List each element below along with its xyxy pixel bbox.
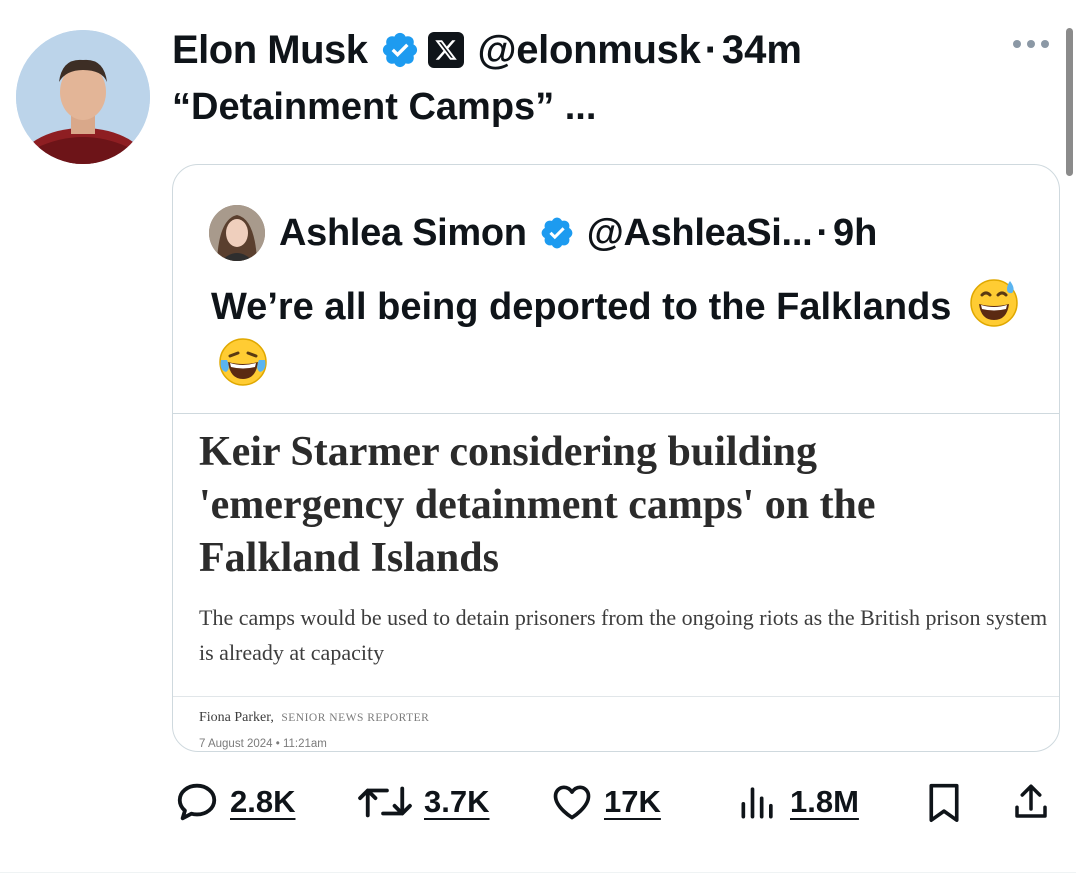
bookmark-icon: [929, 783, 959, 822]
heart-icon: [553, 785, 591, 820]
article-author: Fiona Parker,: [199, 710, 274, 725]
reply-button[interactable]: 2.8K: [174, 776, 295, 828]
views-count: 1.8M: [790, 784, 859, 819]
repost-icon: [358, 786, 412, 818]
article-headline: Keir Starmer considering building 'emerg…: [199, 429, 876, 581]
more-horizontal-icon[interactable]: [1013, 40, 1049, 48]
like-count: 17K: [604, 784, 661, 819]
article-standfirst: The camps would be used to detain prison…: [199, 605, 1048, 665]
quoted-post-text-block: We’re all being deported to the Falkland…: [211, 277, 1031, 395]
quoted-author-handle[interactable]: @AshleaSi...: [587, 212, 813, 255]
grinning-face-with-sweat-emoji: [970, 279, 1018, 327]
repost-count: 3.7K: [424, 784, 490, 819]
post-time[interactable]: 34m: [722, 28, 802, 73]
article-date: 7 August 2024 • 11:21am: [199, 738, 327, 750]
scrollbar[interactable]: [1066, 28, 1073, 176]
face-with-tears-of-joy-emoji: [219, 338, 267, 386]
verified-badge-icon[interactable]: [380, 30, 420, 70]
separator-dot: ·: [816, 211, 829, 254]
author-avatar[interactable]: [16, 30, 150, 164]
views-button[interactable]: 1.8M: [736, 776, 859, 828]
action-bar: 2.8K 3.7K 17K 1.8M: [0, 776, 1076, 828]
post-header: Elon Musk @elonmusk · 34m: [172, 26, 802, 74]
analytics-icon: [741, 787, 773, 819]
share-icon: [1015, 784, 1047, 818]
quoted-post-time[interactable]: 9h: [833, 212, 877, 255]
reply-icon: [177, 783, 217, 821]
quoted-post-header: Ashlea Simon @AshleaSi... · 9h: [279, 207, 877, 259]
like-button[interactable]: 17K: [550, 776, 661, 828]
author-name[interactable]: Elon Musk: [172, 28, 368, 73]
article-author-role: SENIOR NEWS REPORTER: [281, 712, 430, 724]
divider: [173, 696, 1059, 697]
divider: [0, 872, 1076, 873]
quoted-post-text: We’re all being deported to the Falkland…: [211, 286, 952, 328]
repost-button[interactable]: 3.7K: [356, 776, 489, 828]
article-byline: Fiona Parker, SENIOR NEWS REPORTER: [199, 710, 429, 726]
share-button[interactable]: [1010, 776, 1052, 828]
post-text: “Detainment Camps” ...: [172, 86, 597, 128]
author-handle[interactable]: @elonmusk: [478, 28, 701, 73]
quoted-post[interactable]: Ashlea Simon @AshleaSi... · 9h We’re all…: [172, 164, 1060, 752]
reply-count: 2.8K: [230, 784, 296, 819]
quoted-author-name[interactable]: Ashlea Simon: [279, 212, 527, 255]
x-logo-icon: [427, 32, 464, 68]
bookmark-button[interactable]: [924, 776, 964, 828]
quoted-author-avatar[interactable]: [209, 205, 265, 261]
verified-badge-icon[interactable]: [539, 215, 575, 251]
separator-dot: ·: [704, 27, 718, 72]
article-card[interactable]: Keir Starmer considering building 'emerg…: [173, 413, 1059, 750]
